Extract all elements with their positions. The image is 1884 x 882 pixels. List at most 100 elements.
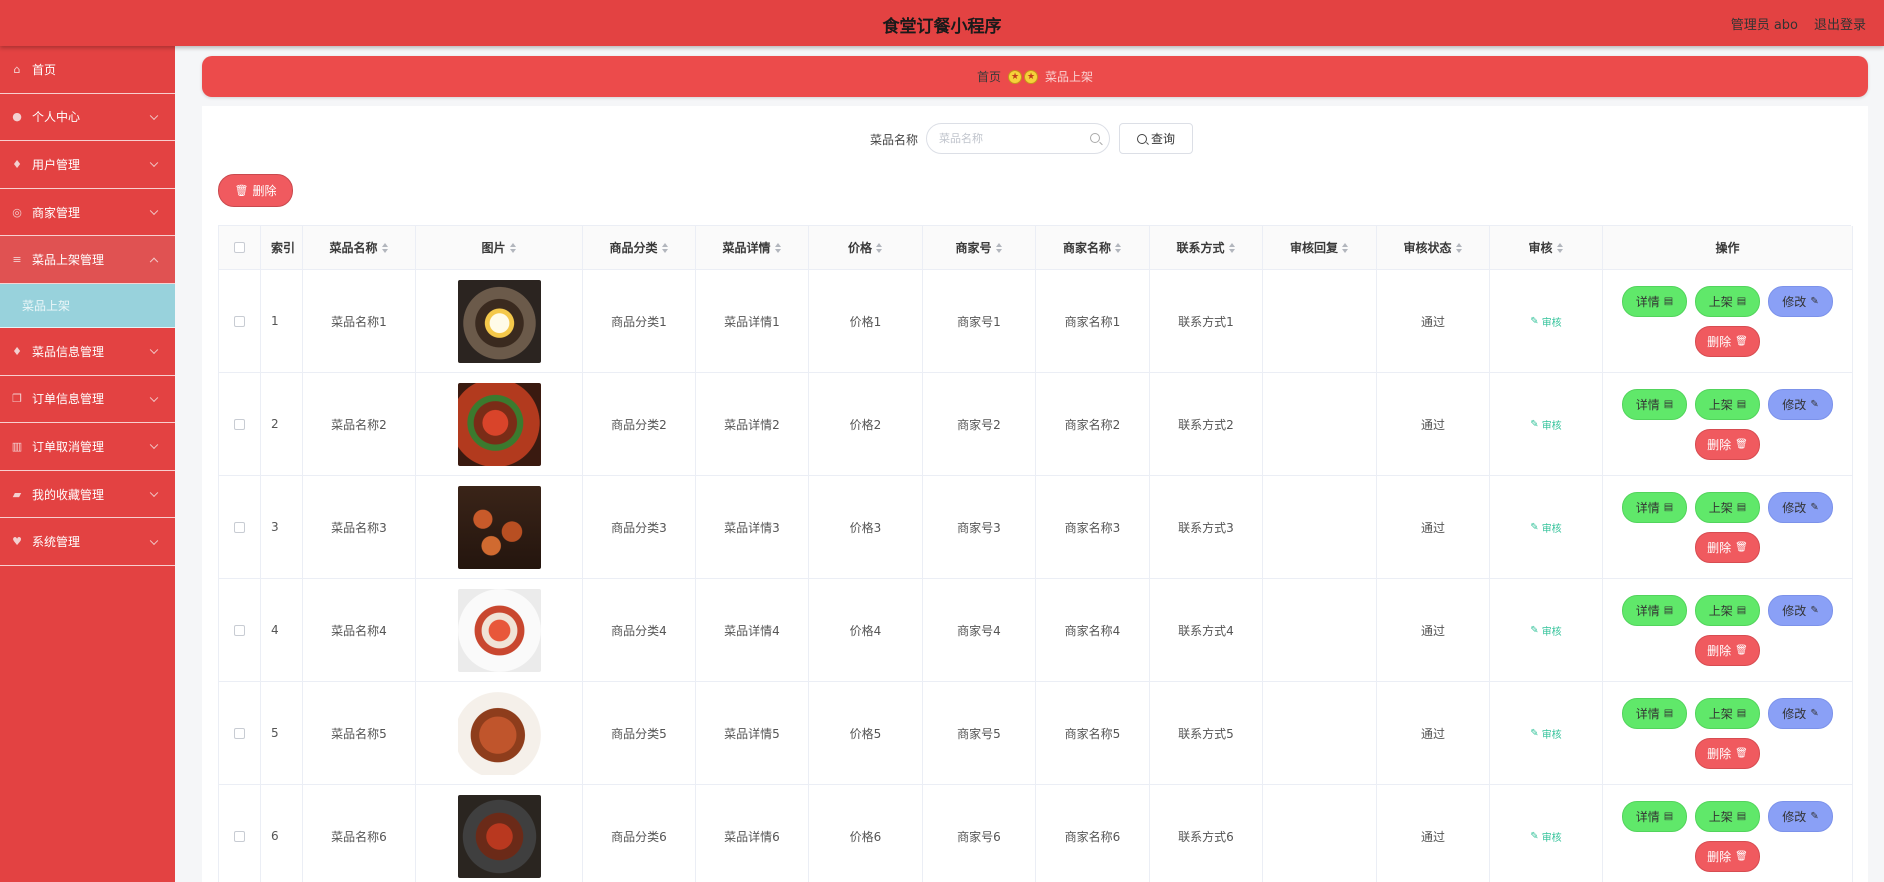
- header-cell[interactable]: 联系方式: [1150, 226, 1263, 270]
- delete-button[interactable]: 删除 🗑: [1695, 428, 1760, 460]
- sort-icon[interactable]: [661, 242, 669, 253]
- sidebar-item-dish-info-management[interactable]: ♦ 菜品信息管理: [0, 328, 175, 376]
- delete-button[interactable]: 删除 🗑: [1695, 634, 1760, 666]
- shelf-button[interactable]: 上架 ▤: [1695, 697, 1760, 729]
- audit-link[interactable]: ✎ 审核: [1530, 314, 1561, 329]
- detail-button[interactable]: 详情 ▤: [1622, 388, 1687, 420]
- edit-button[interactable]: 修改 ✎: [1768, 388, 1833, 420]
- edit-icon: ✎: [1810, 707, 1819, 719]
- row-checkbox[interactable]: [234, 315, 245, 327]
- batch-delete-button[interactable]: 🗑 删除: [218, 174, 293, 207]
- sort-icon[interactable]: [1228, 242, 1236, 253]
- select-all-checkbox[interactable]: [234, 242, 245, 253]
- row-actions-top: 详情 ▤ 上架 ▤ 修改 ✎: [1618, 697, 1837, 729]
- header-cell[interactable]: 菜品名称: [303, 226, 416, 270]
- row-checkbox[interactable]: [234, 521, 245, 533]
- shelf-button[interactable]: 上架 ▤: [1695, 594, 1760, 626]
- edit-button[interactable]: 修改 ✎: [1768, 697, 1833, 729]
- row-index: 1: [271, 314, 279, 328]
- header-cell[interactable]: 商家号: [923, 226, 1036, 270]
- detail-button[interactable]: 详情 ▤: [1622, 800, 1687, 832]
- sidebar-item-home[interactable]: ⌂ 首页: [0, 46, 175, 94]
- detail-button[interactable]: 详情 ▤: [1622, 491, 1687, 523]
- shelf-button[interactable]: 上架 ▤: [1695, 388, 1760, 420]
- sidebar-item-favorites-management[interactable]: ▰ 我的收藏管理: [0, 471, 175, 519]
- sort-icon[interactable]: [774, 242, 782, 253]
- audit-link[interactable]: ✎ 审核: [1530, 726, 1561, 741]
- edit-button-label: 修改: [1782, 603, 1807, 618]
- shelf-button[interactable]: 上架 ▤: [1695, 800, 1760, 832]
- row-checkbox[interactable]: [234, 418, 245, 430]
- breadcrumb-home[interactable]: 首页: [977, 68, 1001, 85]
- shelf-button-label: 上架: [1708, 809, 1733, 824]
- audit-link[interactable]: ✎ 审核: [1530, 829, 1561, 844]
- header-cell[interactable]: 商品分类: [583, 226, 696, 270]
- sidebar-item-dish-shelf-management[interactable]: ≡ 菜品上架管理: [0, 236, 175, 284]
- header-cell[interactable]: 图片: [416, 226, 583, 270]
- header-cell[interactable]: 价格: [809, 226, 923, 270]
- header-cell[interactable]: 审核状态: [1377, 226, 1490, 270]
- detail-button[interactable]: 详情 ▤: [1622, 697, 1687, 729]
- row-checkbox[interactable]: [234, 727, 245, 739]
- row-select-cell: [219, 373, 261, 476]
- delete-button[interactable]: 删除 🗑: [1695, 531, 1760, 563]
- trash-icon: 🗑: [1735, 850, 1748, 862]
- delete-button[interactable]: 删除 🗑: [1695, 840, 1760, 872]
- sort-icon[interactable]: [509, 242, 517, 253]
- sort-icon[interactable]: [1455, 242, 1463, 253]
- merchant-no: 商家号5: [957, 726, 1001, 741]
- header-cell[interactable]: 审核: [1490, 226, 1603, 270]
- shelf-button[interactable]: 上架 ▤: [1695, 285, 1760, 317]
- dish-name-cell: 菜品名称2: [303, 373, 416, 476]
- sidebar-item-order-cancel-management[interactable]: ▥ 订单取消管理: [0, 423, 175, 471]
- logout-link[interactable]: 退出登录: [1814, 14, 1884, 33]
- main-content: 首页 ★ ★ 菜品上架 菜品名称 查询 🗑 删除 索引: [175, 46, 1884, 882]
- column-header: 审核: [1528, 241, 1553, 255]
- status-cell: 通过: [1377, 270, 1490, 373]
- edit-button[interactable]: 修改 ✎: [1768, 285, 1833, 317]
- row-checkbox[interactable]: [234, 624, 245, 636]
- category: 商品分类1: [611, 314, 667, 329]
- query-button[interactable]: 查询: [1119, 123, 1193, 154]
- delete-button[interactable]: 删除 🗑: [1695, 325, 1760, 357]
- sort-icon[interactable]: [876, 242, 883, 253]
- dish-detail: 菜品详情5: [724, 726, 780, 741]
- sort-icon[interactable]: [995, 242, 1003, 253]
- sort-icon[interactable]: [1342, 242, 1349, 253]
- edit-button[interactable]: 修改 ✎: [1768, 800, 1833, 832]
- document-icon: ▤: [1663, 295, 1674, 307]
- header-cell[interactable]: 审核回复: [1263, 226, 1377, 270]
- edit-icon: ✎: [1530, 727, 1539, 739]
- status-cell: 通过: [1377, 785, 1490, 882]
- audit-link[interactable]: ✎ 审核: [1530, 623, 1561, 638]
- edit-button[interactable]: 修改 ✎: [1768, 594, 1833, 626]
- header-cell[interactable]: 菜品详情: [696, 226, 809, 270]
- contact-cell: 联系方式5: [1150, 682, 1263, 785]
- audit-link[interactable]: ✎ 审核: [1530, 520, 1561, 535]
- sidebar-item-personal-center[interactable]: ● 个人中心: [0, 94, 175, 142]
- delete-button[interactable]: 删除 🗑: [1695, 737, 1760, 769]
- header-cell[interactable]: 商家名称: [1036, 226, 1150, 270]
- sidebar-item-user-management[interactable]: ♦ 用户管理: [0, 141, 175, 189]
- search-input[interactable]: [926, 123, 1110, 154]
- sidebar-item-merchant-management[interactable]: ◎ 商家管理: [0, 189, 175, 237]
- audit-status: 通过: [1420, 829, 1445, 844]
- sort-icon[interactable]: [381, 242, 389, 253]
- shelf-button[interactable]: 上架 ▤: [1695, 491, 1760, 523]
- row-checkbox[interactable]: [234, 830, 245, 842]
- edit-button[interactable]: 修改 ✎: [1768, 491, 1833, 523]
- audit-link-label: 审核: [1541, 420, 1562, 432]
- sidebar-item-system-management[interactable]: ♥ 系统管理: [0, 518, 175, 566]
- audit-link[interactable]: ✎ 审核: [1530, 417, 1561, 432]
- sidebar-item-order-info-management[interactable]: ❐ 订单信息管理: [0, 376, 175, 424]
- sort-icon[interactable]: [1115, 242, 1122, 253]
- detail-button[interactable]: 详情 ▤: [1622, 285, 1687, 317]
- dish-name-cell: 菜品名称3: [303, 476, 416, 579]
- sidebar-subitem-dish-shelf[interactable]: 菜品上架: [0, 283, 175, 328]
- header-cell: 索引: [261, 226, 303, 270]
- detail-button[interactable]: 详情 ▤: [1622, 594, 1687, 626]
- search-bar: 菜品名称 查询: [202, 122, 1868, 154]
- dish-image: [457, 588, 541, 672]
- sort-icon[interactable]: [1556, 242, 1564, 253]
- column-header: 索引: [271, 241, 296, 255]
